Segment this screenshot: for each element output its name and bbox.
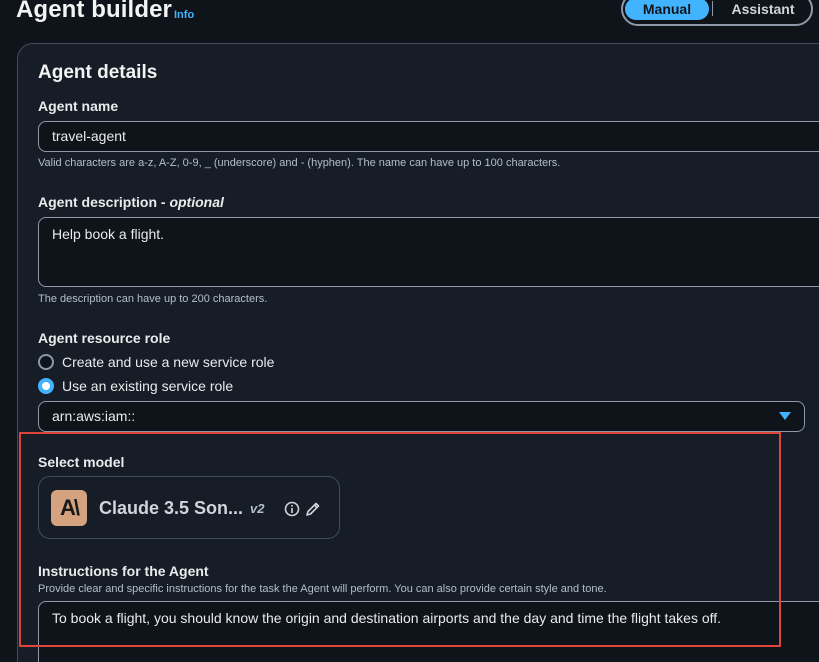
manual-mode-button[interactable]: Manual	[625, 0, 709, 20]
instructions-label: Instructions for the Agent	[38, 563, 209, 579]
info-link[interactable]: Info	[174, 9, 194, 21]
radio-use-existing-role[interactable]: Use an existing service role	[38, 377, 233, 395]
assistant-mode-button[interactable]: Assistant	[719, 0, 807, 20]
instructions-hint: Provide clear and specific instructions …	[38, 583, 607, 595]
model-name: Claude 3.5 Son...	[99, 498, 244, 518]
radio-button-unchecked[interactable]	[38, 354, 54, 370]
anthropic-logo-icon: A\	[51, 490, 87, 526]
select-model-label: Select model	[38, 454, 125, 470]
agent-resource-role-label: Agent resource role	[38, 330, 171, 346]
radio-button-checked[interactable]	[38, 378, 54, 394]
service-role-value: arn:aws:iam::	[52, 408, 136, 424]
agent-builder-page: Agent builder Info Manual Assistant Agen…	[0, 0, 819, 662]
service-role-select[interactable]: arn:aws:iam::	[38, 401, 805, 432]
radio-create-new-role[interactable]: Create and use a new service role	[38, 353, 274, 371]
radio-label: Use an existing service role	[62, 378, 234, 394]
agent-description-textarea[interactable]: Help book a flight.	[38, 217, 819, 287]
optional-tag: optional	[169, 194, 224, 210]
pencil-icon[interactable]	[305, 501, 321, 517]
mode-divider	[712, 1, 713, 16]
model-card[interactable]: A\ Claude 3.5 Son... v2	[38, 476, 340, 539]
agent-name-input[interactable]: travel-agent	[38, 121, 819, 152]
mode-toggle: Manual Assistant	[621, 0, 813, 26]
agent-description-label: Agent description - optional	[38, 194, 224, 210]
caret-down-icon	[779, 412, 791, 420]
agent-description-hint: The description can have up to 200 chara…	[38, 293, 268, 305]
info-icon[interactable]	[284, 501, 300, 517]
page-title: Agent builder	[16, 0, 172, 23]
agent-name-hint: Valid characters are a-z, A-Z, 0-9, _ (u…	[38, 157, 561, 169]
model-version: v2	[250, 501, 265, 516]
radio-label: Create and use a new service role	[62, 354, 275, 370]
agent-description-label-text: Agent description -	[38, 194, 170, 210]
instructions-textarea[interactable]: To book a flight, you should know the or…	[38, 601, 819, 662]
agent-name-label: Agent name	[38, 98, 119, 114]
section-heading: Agent details	[38, 62, 158, 83]
